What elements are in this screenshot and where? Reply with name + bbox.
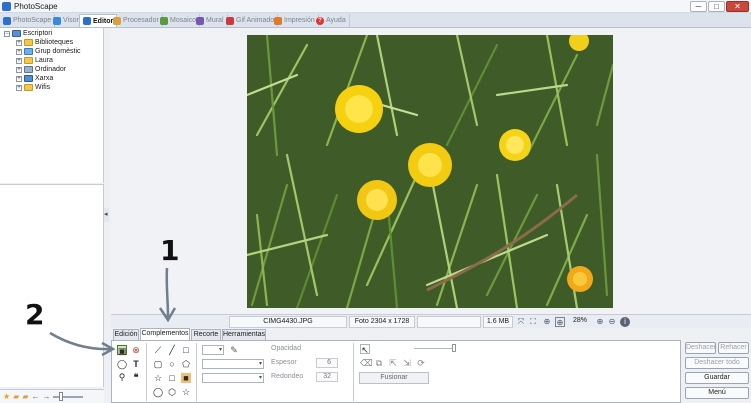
annotation-number-two: 2 [25,298,45,331]
annotation-arrows [49,267,177,357]
annotation-number-one: 1 [160,234,180,267]
